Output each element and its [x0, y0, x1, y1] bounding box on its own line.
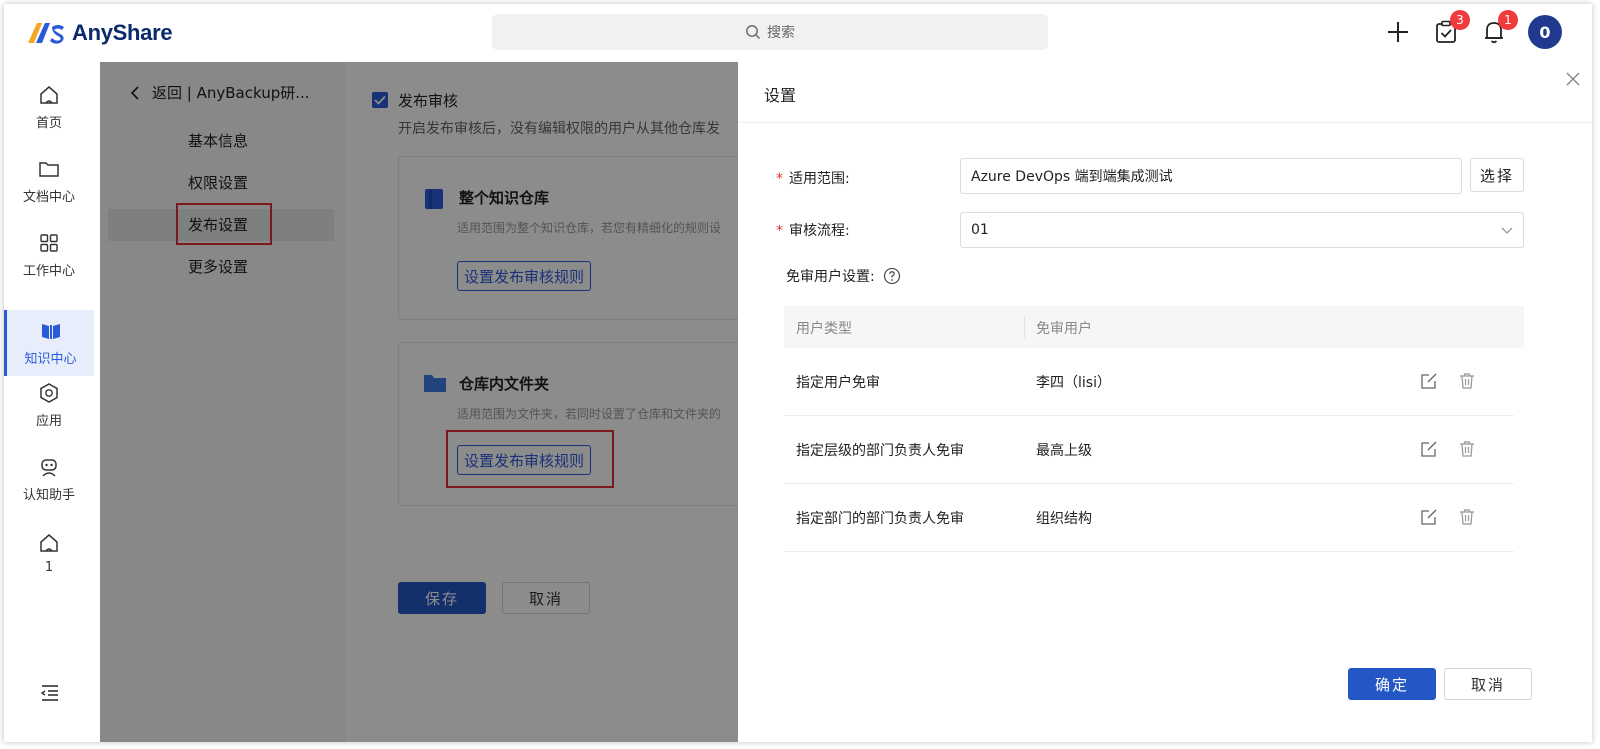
table-row: 指定部门的部门负责人免审 组织结构 [784, 484, 1514, 552]
nav-item-home[interactable]: 首页 [4, 74, 94, 140]
app-window: AnyShare 搜索 3 1 0 首页 文档中心 工作中心 知识中心 应用 认… [4, 4, 1592, 742]
row-exempt-user: 组织结构 [1036, 511, 1092, 527]
settings-drawer: 设置 * 适用范围: Azure DevOps 端到端集成测试 选择 * 审核流程:… [738, 62, 1592, 742]
search-icon [746, 25, 760, 39]
logo[interactable]: AnyShare [28, 20, 173, 46]
drawer-title: 设置 [764, 86, 797, 105]
tasks-button[interactable]: 3 [1432, 10, 1470, 50]
nav-label: 首页 [35, 115, 62, 131]
nav-item-apps[interactable]: 应用 [4, 372, 94, 438]
tasks-badge: 3 [1450, 10, 1470, 30]
grid-icon [40, 233, 58, 252]
modal-mask[interactable] [100, 62, 738, 742]
select-scope-button[interactable]: 选择 [1470, 158, 1524, 192]
close-icon [1566, 72, 1580, 86]
nav-label: 知识中心 [24, 351, 77, 367]
delete-icon[interactable] [1458, 508, 1476, 526]
nav-label: 认知助手 [22, 487, 75, 503]
search-bar[interactable]: 搜索 [492, 14, 1048, 50]
plus-icon [1388, 22, 1408, 42]
help-icon[interactable] [883, 267, 901, 285]
chevron-down-icon [1501, 227, 1513, 234]
nav-label: 应用 [35, 413, 62, 429]
top-actions: 3 1 0 [1384, 10, 1562, 50]
notify-badge: 1 [1498, 10, 1518, 30]
row-user-type: 指定用户免审 [796, 375, 880, 391]
row-user-type: 指定层级的部门负责人免审 [796, 443, 964, 459]
anyshare-logo-icon [28, 23, 64, 44]
nav-label: 1 [44, 559, 54, 575]
close-button[interactable] [1566, 72, 1580, 90]
add-button[interactable] [1384, 14, 1412, 50]
scope-value: Azure DevOps 端到端集成测试 [971, 169, 1173, 185]
home-icon [40, 85, 58, 104]
delete-icon[interactable] [1458, 372, 1476, 390]
table-row: 指定层级的部门负责人免审 最高上级 [784, 416, 1514, 484]
exempt-table-header: 用户类型 免审用户 [784, 306, 1524, 348]
nav-label: 工作中心 [22, 263, 75, 279]
scope-label: * 适用范围: [776, 168, 850, 188]
robot-icon [41, 458, 57, 477]
nav-item-work[interactable]: 工作中心 [4, 222, 94, 288]
edit-icon[interactable] [1420, 508, 1438, 526]
app-name: AnyShare [72, 20, 173, 45]
nav-item-knowledge[interactable]: 知识中心 [4, 310, 94, 376]
nav-item-assistant[interactable]: 认知助手 [4, 446, 94, 512]
table-row: 指定用户免审 李四（lisi） [784, 348, 1514, 416]
collapse-nav-button[interactable] [40, 684, 60, 706]
flow-value: 01 [971, 222, 989, 238]
required-mark: * [776, 171, 783, 187]
edit-icon[interactable] [1420, 372, 1438, 390]
nav-item-1[interactable]: 1 [4, 520, 94, 586]
header-user-type: 用户类型 [796, 321, 852, 337]
drawer-divider [738, 122, 1592, 123]
drawer-cancel-button[interactable]: 取消 [1444, 668, 1532, 700]
nav-label: 文档中心 [22, 189, 75, 205]
header-divider [1024, 316, 1025, 338]
flow-label-text: 审核流程: [789, 223, 850, 239]
notifications-button[interactable]: 1 [1480, 10, 1518, 50]
row-exempt-user: 最高上级 [1036, 443, 1092, 459]
row-exempt-user: 李四（lisi） [1036, 375, 1111, 391]
confirm-button[interactable]: 确定 [1348, 668, 1436, 700]
book-icon [41, 323, 60, 339]
left-nav: 首页 文档中心 工作中心 知识中心 应用 认知助手 1 [4, 62, 100, 742]
collapse-menu-icon [40, 685, 58, 701]
folder-icon [39, 161, 59, 177]
nav-item-docs[interactable]: 文档中心 [4, 148, 94, 214]
flow-select[interactable]: 01 [960, 212, 1524, 248]
delete-icon[interactable] [1458, 440, 1476, 458]
flow-label: * 审核流程: [776, 220, 850, 240]
home-icon [40, 533, 58, 552]
app-icon [40, 382, 58, 403]
top-bar: AnyShare 搜索 3 1 0 [4, 4, 1592, 62]
required-mark: * [776, 223, 783, 239]
edit-icon[interactable] [1420, 440, 1438, 458]
scope-input[interactable]: Azure DevOps 端到端集成测试 [960, 158, 1462, 194]
row-user-type: 指定部门的部门负责人免审 [796, 511, 964, 527]
exempt-label-text: 免审用户设置: [786, 269, 875, 285]
avatar[interactable]: 0 [1528, 15, 1562, 49]
search-placeholder: 搜索 [767, 25, 795, 41]
exempt-label: 免审用户设置: [786, 266, 901, 286]
header-exempt-user: 免审用户 [1036, 321, 1092, 337]
scope-label-text: 适用范围: [789, 171, 850, 187]
